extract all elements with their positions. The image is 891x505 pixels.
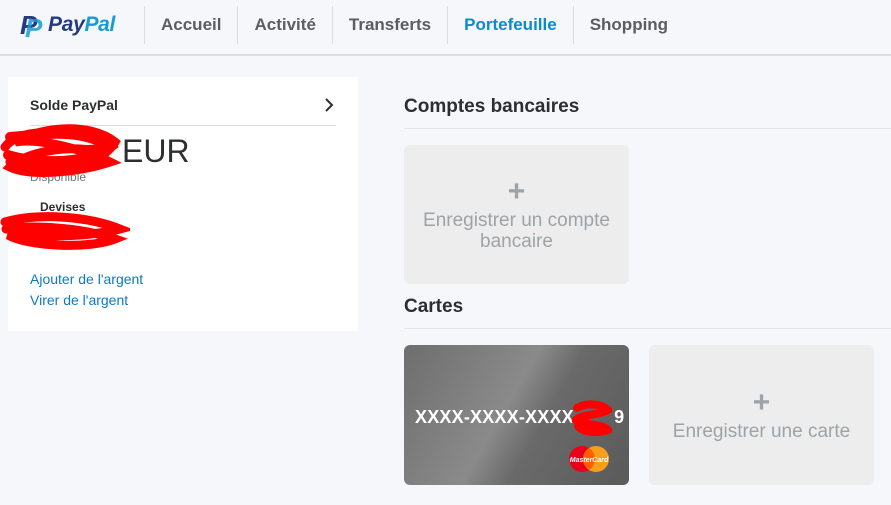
nav-portefeuille[interactable]: Portefeuille — [447, 6, 573, 44]
cards-title: Cartes — [404, 296, 464, 317]
redaction-scribble — [0, 124, 122, 177]
bank-accounts-title: Comptes bancaires — [404, 96, 580, 117]
plus-icon: + — [507, 174, 526, 208]
mastercard-logo-icon: MasterCard — [569, 446, 609, 472]
add-bank-account-button[interactable]: + Enregistrer un compte bancaire — [404, 145, 629, 284]
main-nav: Accueil Activité Transferts Portefeuille… — [144, 6, 684, 44]
paypal-balance-panel: Solde PayPal EUR Disponible Devises Ajou… — [0, 77, 358, 331]
add-card-label: Enregistrer une carte — [672, 420, 851, 442]
plus-icon: + — [752, 385, 771, 419]
paypal-p-logo-icon: PP — [20, 10, 43, 43]
add-card-button[interactable]: + Enregistrer une carte — [649, 345, 874, 485]
mastercard-card[interactable]: XXXX-XXXX-XXXX- 9 MasterCard — [404, 345, 629, 485]
top-header: PP PayPal Accueil Activité Transferts Po… — [0, 0, 891, 56]
nav-shopping[interactable]: Shopping — [572, 6, 684, 44]
add-money-link[interactable]: Ajouter de l'argent — [30, 271, 143, 287]
add-bank-account-label: Enregistrer un compte bancaire — [423, 209, 610, 252]
chevron-right-icon — [325, 98, 334, 112]
nav-transferts[interactable]: Transferts — [331, 6, 447, 44]
wordmark-pay: Pay — [48, 13, 85, 36]
card-number-last-digit: 9 — [614, 407, 625, 427]
nav-activite[interactable]: Activité — [237, 6, 331, 44]
divider — [404, 328, 891, 329]
svg-text:MasterCard: MasterCard — [570, 457, 609, 464]
withdraw-money-link[interactable]: Virer de l'argent — [30, 292, 128, 308]
redaction-scribble — [0, 212, 130, 250]
divider — [404, 128, 891, 129]
wordmark-pal: Pal — [84, 13, 116, 36]
nav-accueil[interactable]: Accueil — [144, 6, 237, 44]
paypal-logo[interactable]: PP PayPal — [20, 10, 115, 43]
card-number-masked: XXXX-XXXX-XXXX- — [415, 407, 581, 427]
redaction-scribble — [572, 400, 612, 436]
paypal-wordmark: PayPal — [48, 13, 115, 37]
balance-currency: EUR — [122, 132, 190, 169]
